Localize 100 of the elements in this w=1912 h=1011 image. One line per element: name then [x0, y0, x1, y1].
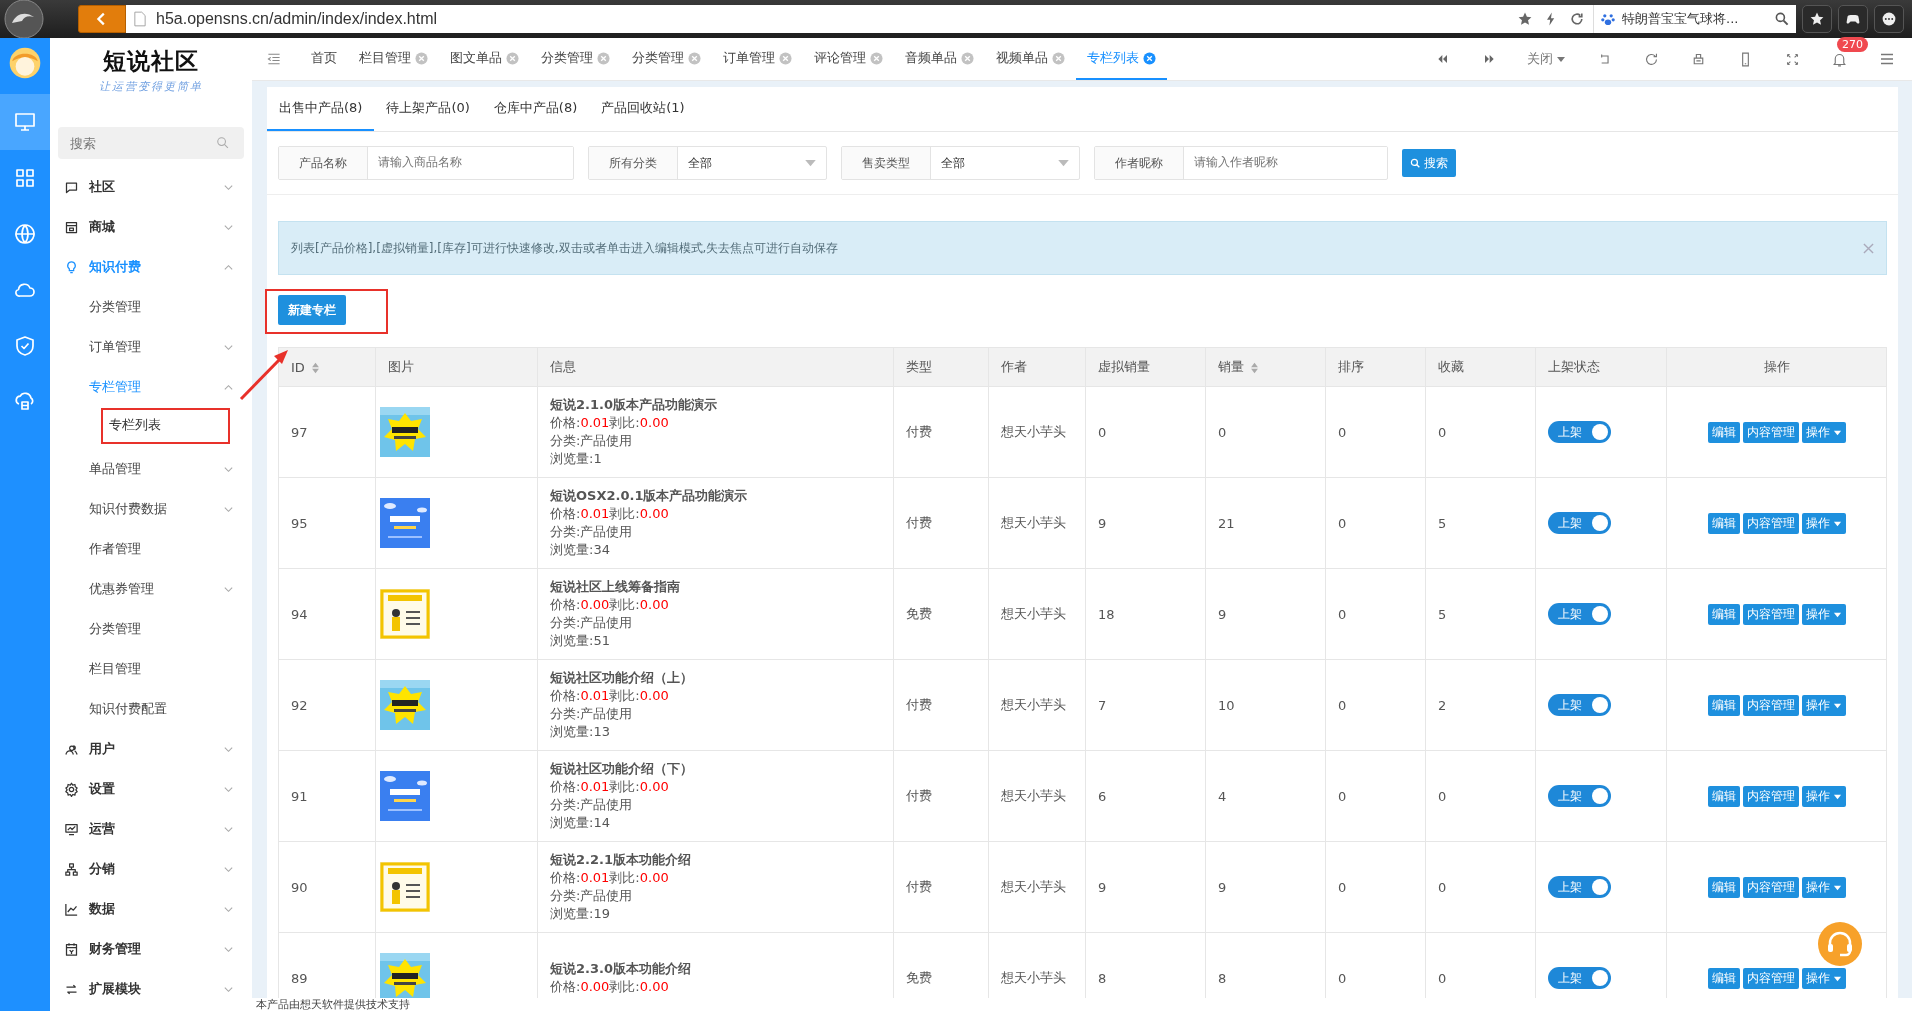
table-cell: 9	[1205, 568, 1326, 660]
close-icon[interactable]	[779, 51, 792, 65]
back-button[interactable]	[78, 5, 126, 33]
headset-icon[interactable]	[1818, 922, 1862, 966]
category-text: 分类:产品使用	[550, 523, 634, 541]
page-tab[interactable]: 音频单品	[894, 38, 985, 80]
table-cell: 0	[1425, 841, 1536, 933]
column-header: 操作	[1666, 347, 1887, 387]
price-text: 价格:0.01剥比:0.00	[550, 778, 670, 796]
column-header: 销量	[1205, 347, 1326, 387]
close-icon[interactable]	[1863, 242, 1874, 254]
submenu-item[interactable]: 分类管理	[50, 287, 252, 327]
page-tab[interactable]: 视频单品	[985, 38, 1076, 80]
status-toggle[interactable]: 上架	[1548, 512, 1611, 534]
table-cell: 9	[1085, 477, 1206, 569]
menu-item[interactable]: 社区	[50, 167, 252, 207]
close-icon[interactable]	[961, 51, 974, 65]
menu-item[interactable]: 财务管理	[50, 929, 252, 969]
page-tab[interactable]: 首页	[300, 38, 348, 80]
menu-item[interactable]: 运营	[50, 809, 252, 849]
shield-icon[interactable]	[13, 334, 37, 358]
menu-item[interactable]: 数据	[50, 889, 252, 929]
annotation-arrow	[238, 348, 290, 402]
monitor-icon[interactable]	[13, 110, 37, 134]
close-dropdown[interactable]: 关闭	[1527, 50, 1566, 68]
page-tab[interactable]: 分类管理	[621, 38, 712, 80]
status-toggle[interactable]: 上架	[1548, 785, 1611, 807]
submenu-item[interactable]: 单品管理	[50, 449, 252, 489]
caret-icon[interactable]	[1556, 54, 1566, 64]
price-text: 价格:0.00剥比:0.00	[550, 596, 670, 614]
table-cell: 92	[278, 659, 376, 751]
menu-item[interactable]: 商城	[50, 207, 252, 247]
table-cell: 9	[1205, 841, 1326, 933]
caret-icon[interactable]	[1058, 159, 1069, 167]
table-cell: 21	[1205, 477, 1326, 569]
star-icon[interactable]	[1517, 11, 1533, 27]
product-tab[interactable]: 出售中产品(8)	[267, 87, 375, 131]
page-tab[interactable]: 评论管理	[803, 38, 894, 80]
page-tab[interactable]: 分类管理	[530, 38, 621, 80]
product-title: 短说2.3.0版本功能介绍	[550, 960, 692, 978]
menu-item[interactable]: 扩展模块	[50, 969, 252, 1009]
status-toggle[interactable]: 上架	[1548, 421, 1611, 443]
submenu-item[interactable]: 分类管理	[50, 609, 252, 649]
status-toggle[interactable]: 上架	[1548, 694, 1611, 716]
close-icon[interactable]	[1143, 51, 1156, 65]
status-toggle[interactable]: 上架	[1548, 967, 1611, 989]
close-icon[interactable]	[597, 51, 610, 65]
submenu-item[interactable]: 栏目管理	[50, 649, 252, 689]
star-icon[interactable]	[1809, 11, 1825, 27]
sort-icon[interactable]	[1250, 361, 1259, 374]
menu-item[interactable]: 分销	[50, 849, 252, 889]
caret-icon[interactable]	[805, 159, 816, 167]
filter-dropdown[interactable]: 全部	[931, 147, 1079, 179]
column-header: 虚拟销量	[1085, 347, 1206, 387]
product-tab[interactable]: 产品回收站(1)	[589, 87, 697, 131]
slogan: 让运营变得更简单	[98, 79, 204, 94]
store-icon	[64, 219, 79, 235]
search-field[interactable]: 特朗普宝宝气球将...	[1593, 5, 1796, 33]
globe-icon[interactable]	[13, 222, 37, 246]
page-tab[interactable]: 图文单品	[439, 38, 530, 80]
filter-dropdown[interactable]: 全部	[678, 147, 826, 179]
column-header: 类型	[893, 347, 989, 387]
more-icon[interactable]	[1881, 11, 1897, 27]
page-tab[interactable]: 订单管理	[712, 38, 803, 80]
product-tab[interactable]: 待上架产品(0)	[374, 87, 482, 131]
product-tab[interactable]: 仓库中产品(8)	[481, 87, 590, 131]
grid-icon[interactable]	[13, 166, 37, 190]
column-header: 收藏	[1425, 347, 1536, 387]
views-text: 浏览量:1	[550, 450, 603, 468]
column-header: 作者	[988, 347, 1086, 387]
menu-item[interactable]: 用户	[50, 729, 252, 769]
table-cell: 付费	[893, 386, 989, 478]
mascot-avatar-icon[interactable]	[8, 46, 42, 80]
address-bar[interactable]: h5a.opensns.cn/admin/index/index.html	[126, 5, 1593, 33]
submenu-item[interactable]: 知识付费数据	[50, 489, 252, 529]
table-cell: 想天小芋头	[988, 477, 1086, 569]
close-icon[interactable]	[506, 51, 519, 65]
submenu-item[interactable]: 知识付费配置	[50, 689, 252, 729]
page-tab[interactable]: 栏目管理	[348, 38, 439, 80]
status-toggle[interactable]: 上架	[1548, 876, 1611, 898]
more-button[interactable]	[1874, 5, 1904, 33]
sort-icon[interactable]	[310, 362, 320, 374]
sidebar-search-field[interactable]: 搜索	[58, 127, 244, 159]
column-header: 图片	[375, 347, 538, 387]
close-icon[interactable]	[415, 51, 428, 65]
submenu-item[interactable]: 作者管理	[50, 529, 252, 569]
submenu-item[interactable]: 专栏列表	[50, 407, 252, 443]
close-icon[interactable]	[1052, 51, 1065, 65]
search-icon[interactable]	[1774, 11, 1790, 27]
close-icon[interactable]	[870, 51, 883, 65]
close-icon[interactable]	[688, 51, 701, 65]
status-toggle[interactable]: 上架	[1548, 603, 1611, 625]
refresh-icon[interactable]	[1569, 11, 1585, 27]
submenu-item[interactable]: 优惠券管理	[50, 569, 252, 609]
gamepad-button[interactable]	[1838, 5, 1868, 33]
search-icon[interactable]	[1410, 157, 1421, 169]
favorites-button[interactable]	[1802, 5, 1832, 33]
submenu-item[interactable]: 订单管理	[50, 327, 252, 367]
collapse-menu-icon[interactable]	[266, 51, 282, 67]
menu-item[interactable]: 设置	[50, 769, 252, 809]
